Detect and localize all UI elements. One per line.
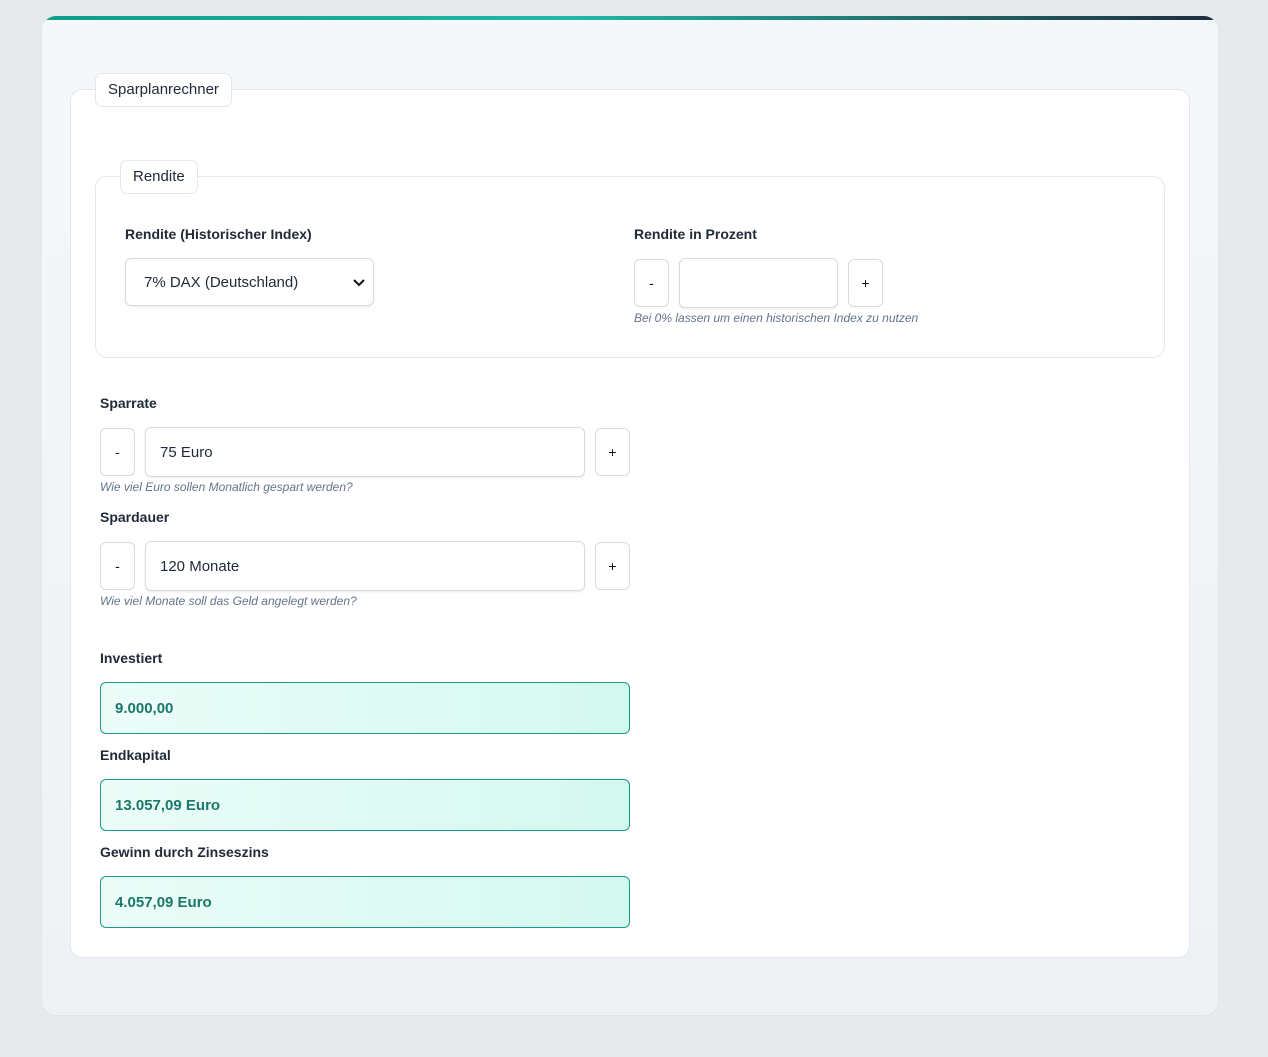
accent-bar	[42, 16, 1218, 20]
rendite-percent-hint: Bei 0% lassen um einen historischen Inde…	[634, 311, 919, 325]
sparrate-hint: Wie viel Euro sollen Monatlich gespart w…	[100, 480, 353, 494]
spardauer-value: 120 Monate	[160, 557, 240, 575]
rendite-index-select[interactable]: 7% DAX (Deutschland)	[125, 258, 374, 306]
endkapital-output: 13.057,09 Euro	[100, 779, 630, 831]
rendite-percent-plus-button[interactable]: +	[848, 259, 883, 307]
spardauer-plus-button[interactable]: +	[595, 542, 630, 590]
investiert-output: 9.000,00	[100, 682, 630, 734]
gewinn-label: Gewinn durch Zinseszins	[100, 844, 269, 860]
rendite-percent-minus-button[interactable]: -	[634, 259, 669, 307]
spardauer-label: Spardauer	[100, 509, 170, 525]
sparrate-plus-button[interactable]: +	[595, 428, 630, 476]
sparrate-value: 75 Euro	[160, 443, 213, 461]
endkapital-label: Endkapital	[100, 747, 171, 763]
spardauer-hint: Wie viel Monate soll das Geld angelegt w…	[100, 594, 357, 608]
rendite-percent-input[interactable]	[679, 258, 838, 308]
chevron-down-icon	[353, 275, 365, 290]
spardauer-input[interactable]: 120 Monate	[145, 541, 585, 591]
sparrate-label: Sparrate	[100, 395, 157, 411]
sparrate-minus-button[interactable]: -	[100, 428, 135, 476]
spardauer-minus-button[interactable]: -	[100, 542, 135, 590]
rendite-index-label: Rendite (Historischer Index)	[125, 226, 312, 242]
rendite-percent-label: Rendite in Prozent	[634, 226, 757, 242]
rendite-section-title: Rendite	[120, 160, 198, 194]
sparrate-input[interactable]: 75 Euro	[145, 427, 585, 477]
gewinn-output: 4.057,09 Euro	[100, 876, 630, 928]
investiert-label: Investiert	[100, 650, 163, 666]
investiert-value: 9.000,00	[115, 699, 174, 717]
endkapital-value: 13.057,09 Euro	[115, 796, 221, 814]
gewinn-value: 4.057,09 Euro	[115, 893, 212, 911]
calculator-title: Sparplanrechner	[95, 73, 232, 107]
rendite-index-selected: 7% DAX (Deutschland)	[144, 273, 299, 291]
